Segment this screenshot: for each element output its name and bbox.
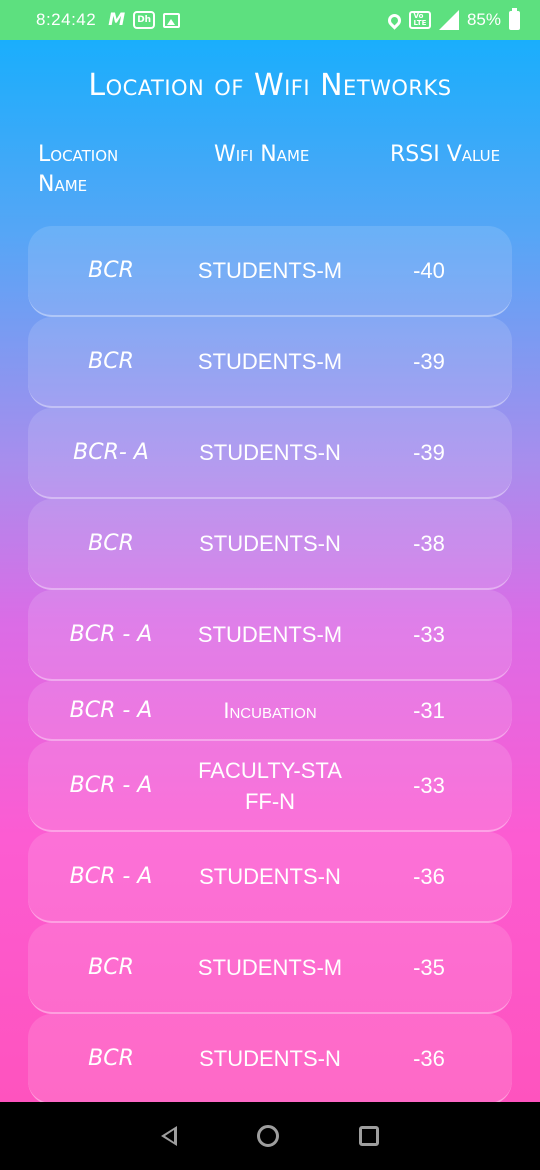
list-item[interactable]: BCR - A Incubation -31: [28, 681, 512, 741]
page-title: Location of Wifi Networks: [88, 68, 452, 103]
rssi-value: -36: [413, 864, 445, 889]
header-location-name: Location Name: [38, 142, 119, 197]
rssi-value: -36: [413, 1046, 445, 1071]
list-item[interactable]: BCR - A STUDENTS-N -36: [28, 832, 512, 923]
rssi-value: -33: [413, 773, 445, 798]
location-name: BCR: [88, 531, 134, 556]
list-item[interactable]: BCR - A FACULTY-STAFF-N -33: [28, 741, 512, 832]
battery-percent: 85%: [466, 10, 501, 29]
wifi-name: STUDENTS-N: [199, 1046, 341, 1071]
battery-icon: [509, 7, 520, 30]
location-name: BCR - A: [69, 864, 153, 889]
gallery-notification-icon: [163, 12, 181, 28]
rssi-value: -38: [413, 531, 445, 556]
status-time: 8:24:42: [36, 10, 97, 29]
location-icon: [385, 10, 404, 30]
rssi-value: -35: [413, 955, 445, 980]
wifi-name: FACULTY-STAFF-N: [198, 757, 342, 814]
location-name: BCR: [88, 1046, 134, 1071]
back-icon[interactable]: [161, 1126, 177, 1146]
location-name: BCR- A: [73, 440, 149, 465]
wifi-name: STUDENTS-N: [199, 440, 341, 465]
wifi-name: STUDENTS-M: [197, 258, 343, 283]
rssi-value: -40: [413, 258, 445, 283]
location-name: BCR: [88, 258, 134, 283]
list-item[interactable]: BCR STUDENTS-M -39: [28, 317, 512, 408]
list-item[interactable]: BCR- A STUDENTS-N -39: [28, 408, 512, 499]
wifi-name: STUDENTS-M: [197, 622, 343, 647]
location-name: BCR - A: [69, 697, 153, 723]
status-bar-right: VoLTE 4G 85%: [385, 7, 520, 30]
dish-app-icon: Dh: [133, 11, 156, 29]
wifi-name: STUDENTS-N: [199, 864, 341, 889]
signal-icon: 4G: [438, 10, 459, 30]
list-item[interactable]: BCR - A STUDENTS-M -33: [28, 590, 512, 681]
list-item[interactable]: BCR STUDENTS-M -35: [28, 923, 512, 1014]
header-wifi-name: Wifi Name: [214, 142, 310, 167]
location-name: BCR: [88, 349, 134, 374]
status-bar: 8:24:42 M Dh VoLTE 4G 85%: [0, 0, 540, 40]
status-bar-left: 8:24:42 M Dh: [36, 10, 181, 30]
rssi-value: -39: [413, 440, 445, 465]
rssi-value: -39: [413, 349, 445, 374]
list-item[interactable]: BCR STUDENTS-M -40: [28, 226, 512, 317]
list-item[interactable]: BCR STUDENTS-N -38: [28, 499, 512, 590]
wifi-name: STUDENTS-N: [199, 531, 341, 556]
volte-icon: Vo LTE: [408, 11, 431, 29]
list-item[interactable]: BCR STUDENTS-N -36: [28, 1014, 512, 1102]
recents-icon[interactable]: [359, 1126, 379, 1146]
navigation-bar: [0, 1102, 540, 1170]
wifi-list[interactable]: BCR STUDENTS-M -40 BCR STUDENTS-M -39 BC…: [28, 226, 512, 1102]
header-rssi-value: RSSI Value: [390, 142, 501, 167]
wifi-name: STUDENTS-M: [197, 349, 343, 374]
wifi-name: STUDENTS-M: [197, 955, 343, 980]
rssi-value: -33: [413, 622, 445, 647]
app-notification-icon: M: [108, 10, 126, 30]
location-name: BCR - A: [69, 773, 153, 798]
wifi-name: Incubation: [223, 697, 317, 723]
rssi-value: -31: [413, 697, 445, 723]
location-name: BCR - A: [69, 622, 153, 647]
main-content[interactable]: Location of Wifi Networks Location Name …: [0, 40, 540, 1102]
home-icon[interactable]: [257, 1125, 279, 1147]
location-name: BCR: [88, 955, 134, 980]
